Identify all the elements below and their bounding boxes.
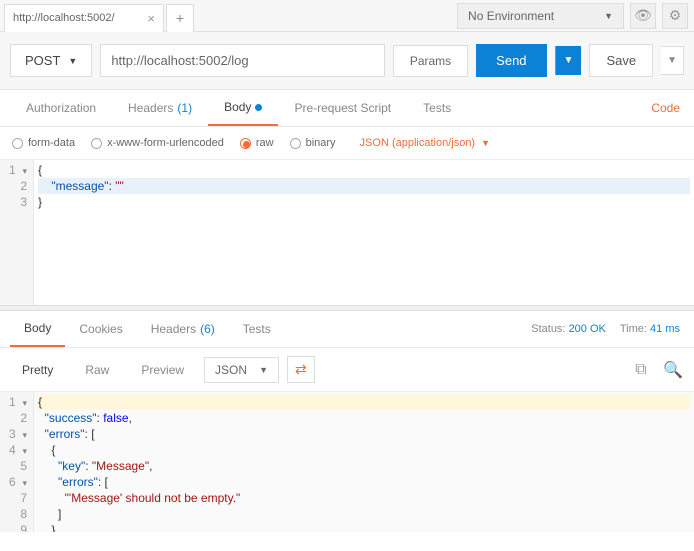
headers-count: (1) xyxy=(177,101,192,115)
radio-formdata-label: form-data xyxy=(28,137,75,149)
tab-headers-label: Headers xyxy=(128,101,173,115)
pretty-button[interactable]: Pretty xyxy=(10,358,65,382)
chevron-down-icon: ▼ xyxy=(564,55,574,66)
request-subtabs: Authorization Headers (1) Body Pre-reque… xyxy=(0,90,694,127)
time-value: 41 ms xyxy=(650,323,680,335)
tab-prerequest[interactable]: Pre-request Script xyxy=(278,91,407,125)
request-body-editor[interactable]: 1 ▾ 2 3 { "message": "" } xyxy=(0,160,694,305)
status-group: Status: 200 OK Time: 41 ms xyxy=(531,323,684,335)
resp-tab-headers-label: Headers xyxy=(151,322,196,336)
save-button[interactable]: Save xyxy=(589,44,653,77)
radio-binary[interactable]: binary xyxy=(290,137,336,149)
resp-tab-cookies[interactable]: Cookies xyxy=(65,312,136,346)
status-label: Status: xyxy=(531,323,565,335)
preview-button[interactable]: Preview xyxy=(129,358,196,382)
time-label: Time: xyxy=(620,323,647,335)
resp-tab-body[interactable]: Body xyxy=(10,311,65,347)
radio-raw-label: raw xyxy=(256,137,274,149)
body-format-row: form-data x-www-form-urlencoded raw bina… xyxy=(0,127,694,160)
copy-icon: ⧉ xyxy=(635,361,646,379)
request-code[interactable]: { "message": "" } xyxy=(34,160,694,305)
eye-icon: 👁 xyxy=(634,7,652,24)
search-icon: 🔍 xyxy=(663,360,683,380)
environment-label: No Environment xyxy=(468,9,554,23)
send-button[interactable]: Send xyxy=(476,44,546,77)
chevron-down-icon: ▼ xyxy=(259,365,268,375)
copy-button[interactable]: ⧉ xyxy=(630,359,652,381)
method-select[interactable]: POST ▼ xyxy=(10,44,92,77)
save-dropdown[interactable]: ▼ xyxy=(661,46,684,75)
modified-dot-icon xyxy=(255,104,262,111)
radio-icon xyxy=(12,138,23,149)
send-dropdown[interactable]: ▼ xyxy=(555,46,582,75)
url-input[interactable] xyxy=(100,44,385,77)
tab-body[interactable]: Body xyxy=(208,90,278,126)
tab-tests[interactable]: Tests xyxy=(407,91,467,125)
response-code: { "success": false, "errors": [ { "key":… xyxy=(34,392,694,532)
top-tab-bar: http://localhost:5002/ × + No Environmen… xyxy=(0,0,694,32)
radio-urlencoded-label: x-www-form-urlencoded xyxy=(107,137,224,149)
radio-icon xyxy=(240,138,251,149)
new-tab-button[interactable]: + xyxy=(166,4,194,32)
tab-headers[interactable]: Headers (1) xyxy=(112,91,208,125)
wrap-lines-button[interactable]: ⇄ xyxy=(287,356,315,383)
tab-authorization[interactable]: Authorization xyxy=(10,91,112,125)
wrap-icon: ⇄ xyxy=(295,361,307,378)
line-gutter: 1 ▾ 2 3 xyxy=(0,160,34,305)
content-type-label: JSON (application/json) xyxy=(360,137,476,149)
radio-urlencoded[interactable]: x-www-form-urlencoded xyxy=(91,137,224,149)
close-tab-icon[interactable]: × xyxy=(147,11,155,26)
radio-raw[interactable]: raw xyxy=(240,137,274,149)
gear-icon: ⚙ xyxy=(669,7,682,24)
resp-tab-headers[interactable]: Headers (6) xyxy=(137,312,229,346)
response-body-editor[interactable]: 1 ▾ 2 3 ▾ 4 ▾ 5 6 ▾ 7 8 9 { "success": f… xyxy=(0,392,694,532)
response-toolbar: Pretty Raw Preview JSON ▼ ⇄ ⧉ 🔍 xyxy=(0,348,694,392)
line-gutter: 1 ▾ 2 3 ▾ 4 ▾ 5 6 ▾ 7 8 9 xyxy=(0,392,34,532)
tab-body-label: Body xyxy=(224,100,251,114)
chevron-down-icon: ▼ xyxy=(667,55,677,66)
params-button[interactable]: Params xyxy=(393,45,468,77)
chevron-down-icon: ▼ xyxy=(481,138,490,148)
chevron-down-icon: ▼ xyxy=(68,56,77,66)
radio-binary-label: binary xyxy=(306,137,336,149)
chevron-down-icon: ▼ xyxy=(604,11,613,21)
method-label: POST xyxy=(25,53,60,68)
resp-tab-tests[interactable]: Tests xyxy=(229,312,285,346)
code-link[interactable]: Code xyxy=(651,101,684,115)
settings-button[interactable]: ⚙ xyxy=(662,3,688,29)
request-row: POST ▼ Params Send ▼ Save ▼ xyxy=(0,32,694,90)
content-type-select[interactable]: JSON (application/json) ▼ xyxy=(360,137,490,149)
resp-headers-count: (6) xyxy=(200,322,215,336)
response-format-label: JSON xyxy=(215,363,247,377)
environment-select[interactable]: No Environment ▼ xyxy=(457,3,624,29)
response-format-select[interactable]: JSON ▼ xyxy=(204,357,279,383)
request-tab-title: http://localhost:5002/ xyxy=(13,12,115,24)
environment-preview-button[interactable]: 👁 xyxy=(630,3,656,29)
response-tabs: Body Cookies Headers (6) Tests Status: 2… xyxy=(0,311,694,348)
radio-formdata[interactable]: form-data xyxy=(12,137,75,149)
radio-icon xyxy=(290,138,301,149)
raw-button[interactable]: Raw xyxy=(73,358,121,382)
request-tab[interactable]: http://localhost:5002/ × xyxy=(4,4,164,32)
search-button[interactable]: 🔍 xyxy=(662,359,684,381)
radio-icon xyxy=(91,138,102,149)
status-value: 200 OK xyxy=(569,323,606,335)
